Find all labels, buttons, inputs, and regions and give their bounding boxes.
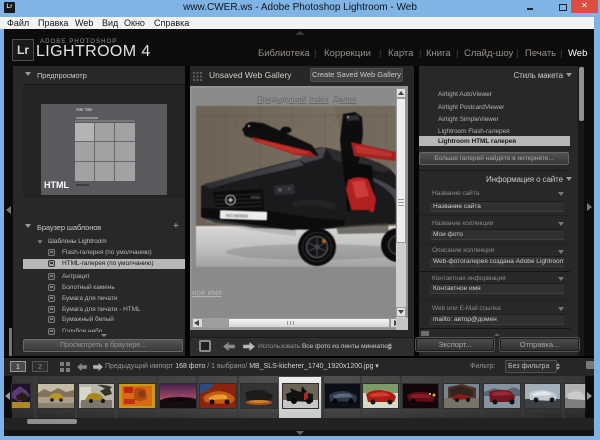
svg-text:KICHERER: KICHERER: [226, 213, 248, 219]
